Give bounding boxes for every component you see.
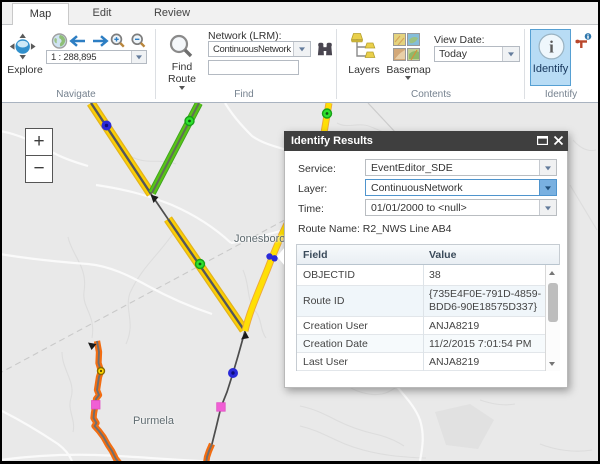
svg-text:i: i — [549, 38, 554, 57]
